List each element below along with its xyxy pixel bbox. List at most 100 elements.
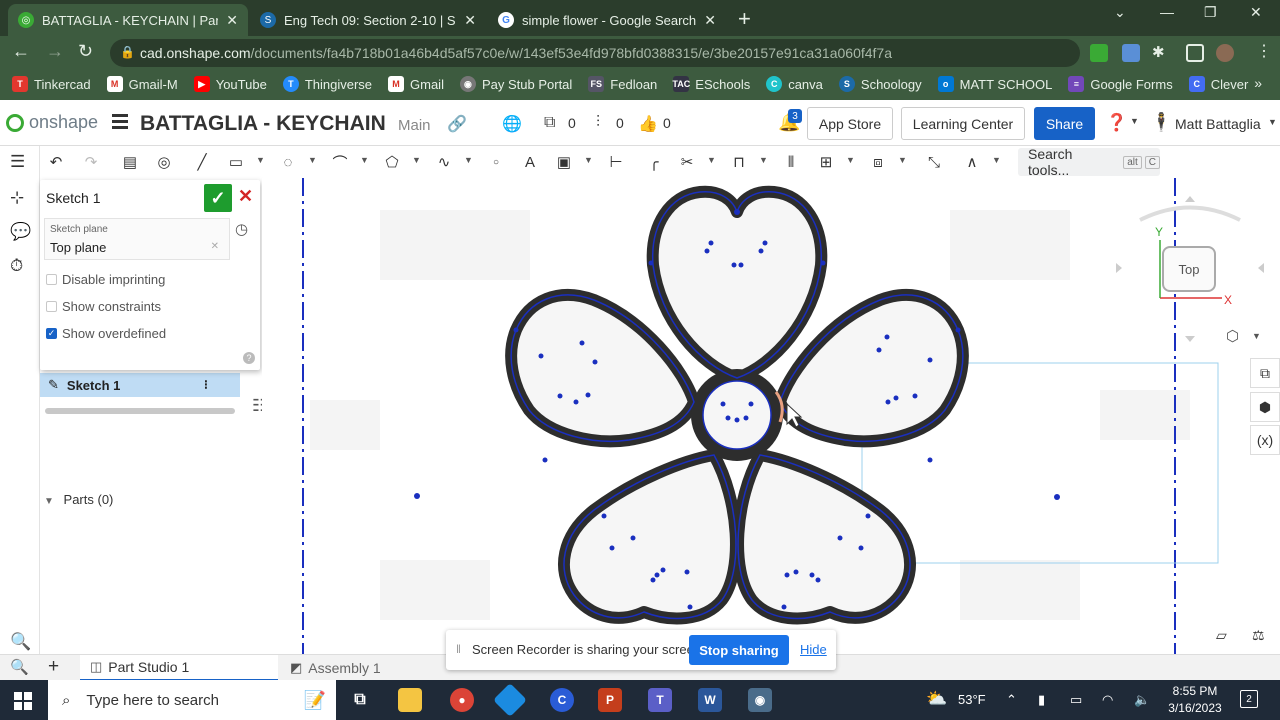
browser-tab-google[interactable]: G simple flower - Google Search ✕: [488, 4, 726, 36]
reload-icon[interactable]: ↻: [78, 41, 93, 62]
dimension-tool-icon[interactable]: ⊢: [606, 152, 626, 172]
history-icon[interactable]: ⏱: [10, 256, 23, 276]
fillet-tool-icon[interactable]: ╭: [644, 152, 664, 172]
bookmark-gmail[interactable]: M Gmail: [388, 76, 444, 92]
trim-tool-icon[interactable]: ✂: [677, 152, 697, 172]
feature-list-icon[interactable]: ☰: [10, 152, 25, 172]
stop-sharing-button[interactable]: Stop sharing: [689, 635, 789, 665]
pattern-dropdown-icon[interactable]: ▼: [846, 155, 855, 165]
arc-tool-icon[interactable]: ⌒: [330, 152, 350, 172]
word-icon[interactable]: W: [698, 688, 722, 712]
search-tools-input[interactable]: Search tools... alt C: [1018, 146, 1160, 178]
branch-icon[interactable]: ⫶: [596, 114, 600, 132]
bookmark-canva[interactable]: Ccanva: [766, 76, 823, 92]
image-tool-icon[interactable]: ▣: [554, 152, 574, 172]
use-convert-icon[interactable]: ◎: [154, 152, 174, 172]
view-dropdown-icon[interactable]: ▼: [1252, 331, 1261, 341]
sketch-plane-field[interactable]: Sketch plane Top plane ✕: [44, 218, 230, 260]
bookmark-google-forms[interactable]: ≡ Google Forms: [1068, 76, 1173, 92]
learning-center-button[interactable]: Learning Center: [901, 107, 1025, 140]
undo-icon[interactable]: ↶: [46, 152, 66, 172]
help-icon[interactable]: ?: [243, 352, 255, 364]
file-explorer-icon[interactable]: [398, 688, 422, 712]
bookmark-thingiverse[interactable]: T Thingiverse: [282, 76, 372, 92]
user-menu-chevron-icon[interactable]: ▼: [1268, 117, 1277, 127]
browser-tab-schoology[interactable]: S Eng Tech 09: Section 2-10 | Schoo ✕: [250, 4, 486, 36]
extensions-puzzle-icon[interactable]: ✱: [1152, 43, 1165, 61]
flower-petal-top[interactable]: [646, 185, 828, 384]
clock-icon[interactable]: ◷: [235, 220, 248, 238]
constraint-tool-icon[interactable]: ∧: [962, 152, 982, 172]
bookmarks-overflow-icon[interactable]: »: [1254, 75, 1262, 91]
extend-dropdown-icon[interactable]: ▼: [759, 155, 768, 165]
chevron-down-icon[interactable]: ▼: [1130, 116, 1139, 126]
viewcube-rotate-arc[interactable]: [1139, 205, 1241, 222]
redo-icon[interactable]: ↷: [81, 152, 101, 172]
clear-plane-icon[interactable]: ✕: [211, 241, 219, 252]
flower-petal-bottom-right[interactable]: [732, 449, 917, 625]
bookmark-fedloan[interactable]: FS Fedloan: [588, 76, 657, 92]
rectangle-tool-icon[interactable]: ▭: [226, 152, 246, 172]
viewcube-up-arrow-icon[interactable]: [1185, 196, 1195, 202]
close-tab-icon[interactable]: ✕: [704, 12, 716, 29]
polygon-tool-icon[interactable]: ⬠: [382, 152, 402, 172]
notification-center-icon[interactable]: 2: [1240, 690, 1258, 708]
close-tab-icon[interactable]: ✕: [226, 12, 238, 29]
comments-icon[interactable]: 💬: [10, 222, 31, 242]
like-icon[interactable]: 👍: [638, 114, 658, 134]
bookmark-clever[interactable]: C Clever: [1188, 76, 1248, 92]
wifi-icon[interactable]: ◠: [1102, 692, 1113, 708]
new-tab-icon[interactable]: +: [738, 6, 751, 32]
c-app-icon[interactable]: C: [550, 688, 574, 712]
show-constraints-row[interactable]: Show constraints: [46, 299, 161, 314]
user-name[interactable]: Matt Battaglia: [1175, 116, 1261, 132]
circle-tool-icon[interactable]: ◌: [278, 152, 298, 172]
address-bar[interactable]: 🔒 cad.onshape.com/documents/fa4b718b01a4…: [110, 39, 1080, 67]
battery-icon[interactable]: ▭: [1070, 692, 1082, 708]
mirror-tool-icon[interactable]: ⫴: [781, 152, 801, 172]
mass-properties-icon[interactable]: ⚖: [1252, 627, 1265, 644]
spline-dropdown-icon[interactable]: ▼: [464, 155, 473, 165]
rectangle-dropdown-icon[interactable]: ▼: [256, 155, 265, 165]
polygon-dropdown-icon[interactable]: ▼: [412, 155, 421, 165]
disable-imprinting-checkbox[interactable]: [46, 274, 57, 285]
sketch-canvas[interactable]: X Y: [262, 178, 1280, 654]
side-panel-icon[interactable]: [1186, 44, 1204, 62]
versions-icon[interactable]: ⧉: [544, 114, 555, 132]
tray-overflow-icon[interactable]: ⌃: [1006, 692, 1017, 708]
chevron-down-icon[interactable]: ▼: [44, 496, 54, 507]
arc-dropdown-icon[interactable]: ▼: [360, 155, 369, 165]
extension-green-icon[interactable]: [1090, 44, 1108, 62]
teams-icon[interactable]: T: [648, 688, 672, 712]
view-cube-top-face[interactable]: Top: [1162, 246, 1216, 292]
close-tab-icon[interactable]: ✕: [464, 12, 476, 29]
disable-imprinting-row[interactable]: Disable imprinting: [46, 272, 165, 287]
show-overdefined-row[interactable]: ✓ Show overdefined: [46, 326, 166, 341]
sketch-name[interactable]: Sketch 1: [46, 190, 100, 206]
viewcube-right-arrow-icon[interactable]: [1258, 263, 1264, 273]
close-window-icon[interactable]: ✕: [1250, 4, 1262, 21]
user-avatar[interactable]: 🕴: [1150, 112, 1172, 133]
flower-petal-bottom-left[interactable]: [557, 449, 742, 625]
trim-dropdown-icon[interactable]: ▼: [707, 155, 716, 165]
construction-tool-icon[interactable]: ⤡: [924, 152, 944, 172]
link-icon[interactable]: 🔗: [447, 114, 467, 134]
bookmark-youtube[interactable]: ▶ YouTube: [193, 76, 267, 92]
measure-icon[interactable]: ⏥: [1216, 627, 1227, 644]
bookmark-eschools[interactable]: TAC ESchools: [672, 76, 750, 92]
graphics-area[interactable]: X Y: [262, 178, 1280, 654]
circle-dropdown-icon[interactable]: ▼: [308, 155, 317, 165]
rollback-bar[interactable]: [45, 408, 235, 414]
chrome-icon[interactable]: ●: [450, 688, 474, 712]
transform-dropdown-icon[interactable]: ▼: [898, 155, 907, 165]
appearance-panel-icon[interactable]: ⧉: [1250, 358, 1280, 388]
document-title[interactable]: BATTAGLIA - KEYCHAIN: [140, 112, 386, 136]
flower-sketch[interactable]: [505, 185, 969, 625]
parts-list-header[interactable]: ▼ Parts (0): [44, 492, 113, 507]
extend-tool-icon[interactable]: ⊓: [729, 152, 749, 172]
hide-link[interactable]: Hide: [800, 642, 827, 657]
accept-check-icon[interactable]: ✓: [204, 184, 232, 212]
point-tool-icon[interactable]: ○: [486, 152, 506, 172]
weather-temperature[interactable]: 53°F: [958, 692, 986, 707]
feature-drag-handle-icon[interactable]: ⁝: [204, 377, 208, 393]
